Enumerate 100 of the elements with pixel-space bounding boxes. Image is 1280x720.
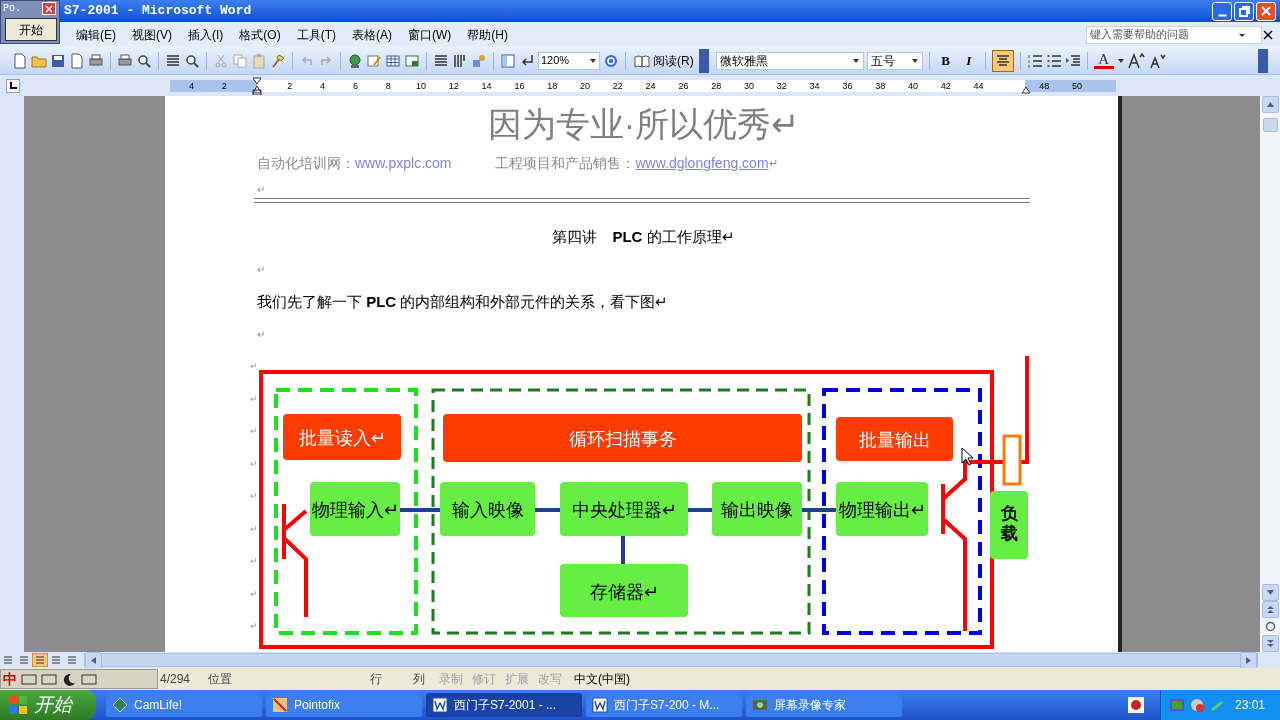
ruler-number: 14 xyxy=(481,80,492,92)
print-view-icon[interactable] xyxy=(32,653,48,667)
ruler-number: 4 xyxy=(188,80,194,92)
menu-item[interactable]: 视图(V) xyxy=(124,25,180,44)
taskbar-button[interactable]: 西门子S7-2001 - ... xyxy=(426,693,582,717)
ruler-number: 6 xyxy=(352,80,358,92)
ruler-number: 20 xyxy=(580,80,590,92)
start-button[interactable]: 开始 xyxy=(0,690,96,720)
moon-icon[interactable] xyxy=(61,672,77,686)
read-button[interactable]: 阅读(R) xyxy=(632,51,696,70)
body-text: 我们先了解一下 PLC 的内部组构和外部元件的关系，看下图↵ xyxy=(257,291,669,312)
help-search-field[interactable]: 键入需要帮助的问题 xyxy=(1086,25,1262,44)
unit-block: 物理输出↵ xyxy=(836,482,928,536)
website-link[interactable]: www.dglongfeng.com xyxy=(635,152,769,174)
diamond-app-icon xyxy=(112,697,128,713)
restore-icon xyxy=(1236,3,1252,19)
site-label: 自动化培训网： xyxy=(257,153,355,173)
shrink-font-icon[interactable] xyxy=(1148,52,1167,69)
font-size-dropdown[interactable]: 五号 xyxy=(866,51,923,70)
save-icon[interactable] xyxy=(50,52,66,69)
minimize-icon xyxy=(1217,13,1227,17)
lesson-heading: 第四讲 PLC 的工作原理↵ xyxy=(552,226,735,247)
window-title: S7-2001 - Microsoft Word xyxy=(64,2,252,21)
scroll-up-button[interactable] xyxy=(1261,96,1279,113)
taskbar-button[interactable]: 西门子S7-200 - M... xyxy=(586,693,742,717)
start-button[interactable]: 开始 xyxy=(5,18,57,41)
next-page-button[interactable] xyxy=(1261,635,1279,652)
indent-icon[interactable] xyxy=(1064,52,1081,69)
menu-item[interactable]: 工具(T) xyxy=(288,25,344,44)
format-painter-icon[interactable] xyxy=(270,52,286,69)
right-indent-marker-icon[interactable] xyxy=(1021,86,1031,94)
ime-mode[interactable]: 中 xyxy=(3,668,17,690)
website-link[interactable]: www.pxplc.com xyxy=(355,152,452,174)
taskbar-button[interactable]: CamLife! xyxy=(106,693,262,717)
scroll-down-button[interactable] xyxy=(1261,584,1279,601)
close-button[interactable] xyxy=(1256,1,1276,21)
globe-icon[interactable] xyxy=(347,52,363,69)
ruler-number: 12 xyxy=(448,80,459,92)
magnifier-icon[interactable] xyxy=(136,52,152,69)
ruler-number: 4 xyxy=(320,80,326,92)
help-icon[interactable] xyxy=(603,52,619,69)
paragraph-mark: ↵ xyxy=(257,182,265,197)
indent-marker-icon[interactable] xyxy=(252,77,262,95)
bulleted-list-icon[interactable] xyxy=(1045,52,1062,69)
close-button[interactable] xyxy=(42,2,56,15)
arrow-icon xyxy=(1265,605,1275,614)
grow-font-icon[interactable] xyxy=(1127,52,1146,69)
font-name-dropdown[interactable]: 微软雅黑 xyxy=(715,51,864,70)
printer-icon[interactable] xyxy=(117,52,133,69)
menu-item[interactable]: 帮助(H) xyxy=(459,25,516,44)
horizontal-scrollbar[interactable] xyxy=(84,653,1258,667)
dropdown-arrow-icon[interactable] xyxy=(851,56,860,65)
paragraph-mark: ↵ xyxy=(250,556,258,566)
minimize-button[interactable] xyxy=(1212,1,1232,21)
ruler-number: 50 xyxy=(1072,80,1082,92)
ruler-number: 36 xyxy=(842,80,853,92)
tab-selector-button[interactable] xyxy=(6,79,20,93)
menu-item[interactable]: 编辑(E) xyxy=(68,25,124,44)
toolbar-options-button[interactable] xyxy=(698,48,709,73)
numbered-list-icon[interactable] xyxy=(1026,52,1043,69)
dropdown-arrow-icon[interactable] xyxy=(910,56,919,65)
windows-flag-icon xyxy=(8,695,28,715)
align-center-button[interactable] xyxy=(991,49,1014,72)
toolbar-options-button[interactable] xyxy=(1258,48,1268,73)
font-color-button[interactable]: A xyxy=(1093,52,1114,69)
menu-item[interactable]: 表格(A) xyxy=(344,25,400,44)
unit-block: 存储器↵ xyxy=(560,564,688,617)
scroll-thumb[interactable] xyxy=(1262,118,1278,132)
dropdown-arrow-icon[interactable] xyxy=(589,56,597,65)
bold-button[interactable]: B xyxy=(935,50,956,71)
restore-button[interactable] xyxy=(1234,1,1254,21)
table-icon[interactable] xyxy=(385,52,401,69)
paragraph-mark: ↵ xyxy=(257,263,265,277)
page-icon[interactable] xyxy=(69,52,85,69)
spreadsheet-icon[interactable] xyxy=(404,52,420,69)
vertical-scrollbar[interactable] xyxy=(1260,96,1280,652)
ruler-number: 34 xyxy=(809,80,820,92)
menu-item[interactable]: 插入(I) xyxy=(180,25,232,44)
status-language: 中文(中国) xyxy=(574,671,630,688)
italic-button[interactable]: I xyxy=(958,50,979,71)
arrow-icon xyxy=(1265,100,1275,109)
close-icon[interactable] xyxy=(1262,28,1274,41)
taskbar-button[interactable]: Pointofix xyxy=(266,693,422,717)
printer-icon[interactable] xyxy=(88,52,104,69)
record-icon[interactable] xyxy=(1128,697,1144,713)
shapes-icon[interactable] xyxy=(471,52,487,69)
dropdown-arrow-icon[interactable] xyxy=(1116,56,1125,65)
ruler-number: 32 xyxy=(776,80,787,92)
zoom-dropdown[interactable]: 120% xyxy=(538,51,600,70)
left-tab-icon xyxy=(9,82,17,90)
menu-item[interactable]: 格式(O) xyxy=(231,25,289,44)
taskbar-button[interactable]: 屏幕录像专家 xyxy=(746,693,902,717)
ruler-number: 2 xyxy=(221,80,227,92)
menu-item[interactable]: 窗口(W) xyxy=(400,25,460,44)
pencil-icon[interactable] xyxy=(366,52,382,69)
new-document-icon[interactable] xyxy=(12,52,28,69)
site-label: 工程项目和产品销售： xyxy=(495,153,636,173)
ruler-number: 26 xyxy=(678,80,689,92)
arrow-icon xyxy=(1244,655,1253,665)
previous-page-button[interactable] xyxy=(1261,601,1279,618)
